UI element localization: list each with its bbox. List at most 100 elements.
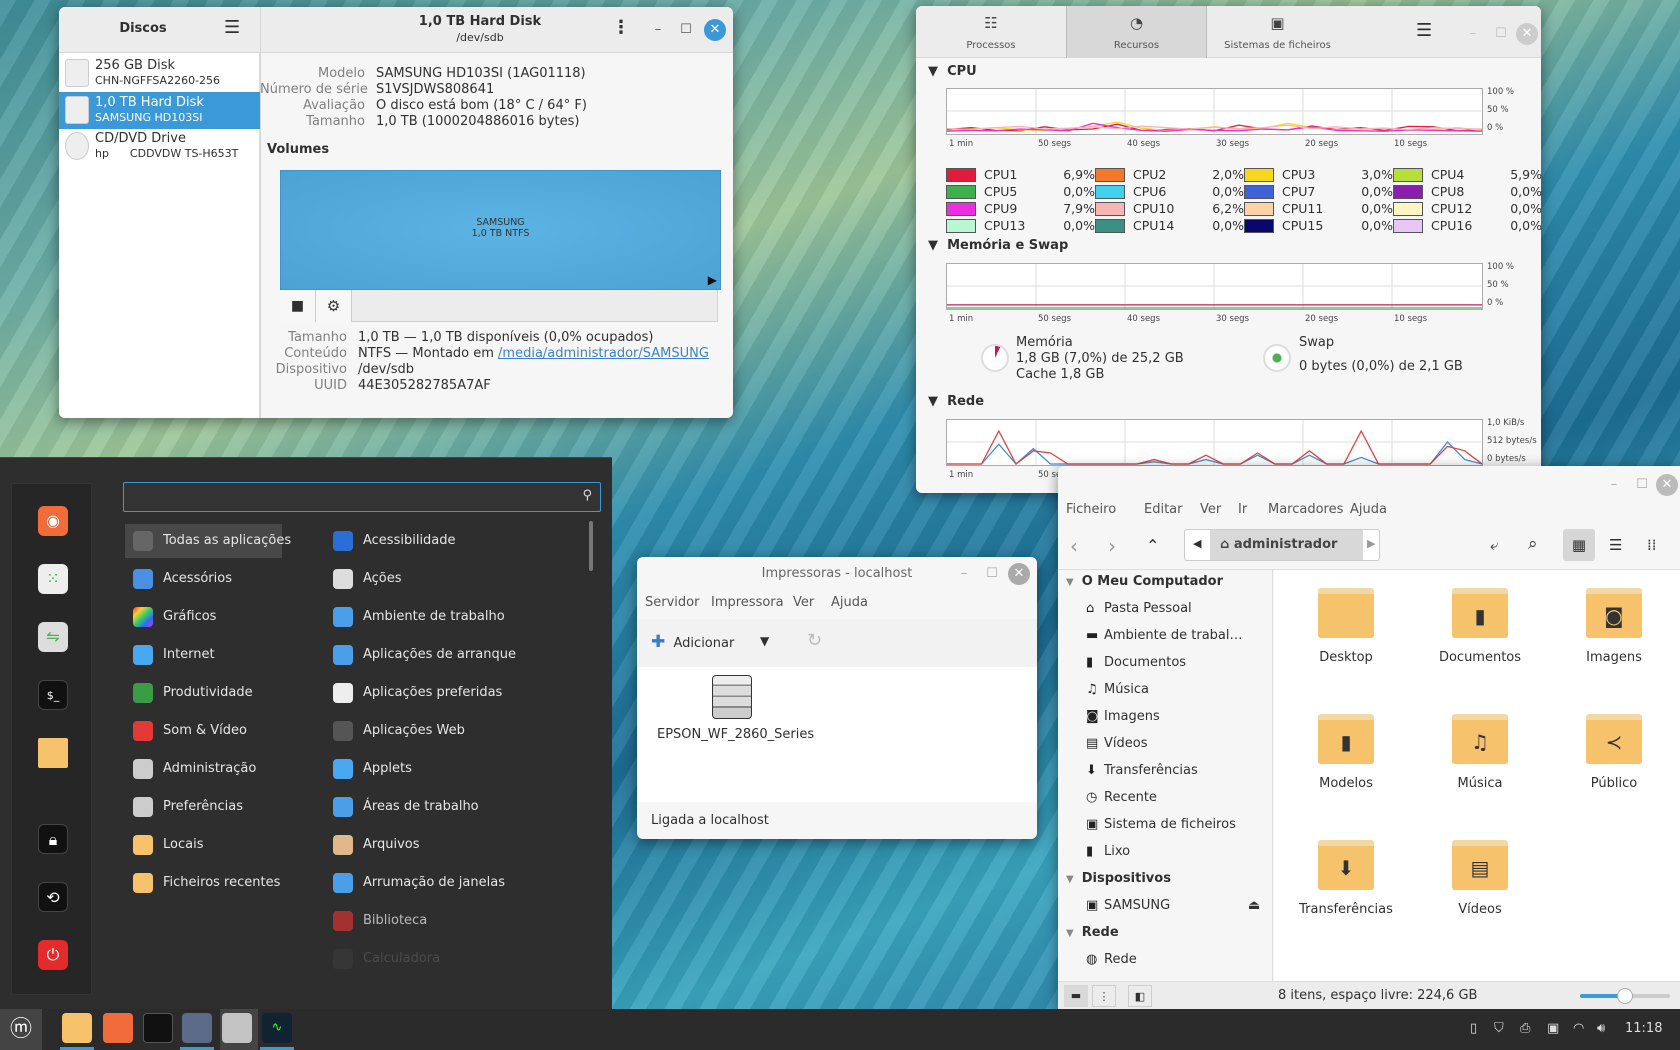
add-printer-button[interactable]: ✚ Adicionar: [651, 632, 734, 652]
sidebar-item[interactable]: ◍ Rede: [1086, 952, 1137, 974]
power-icon[interactable]: ⏻: [38, 940, 68, 970]
mint-menu-button[interactable]: ⓜ: [0, 1009, 42, 1050]
cpu-color-swatch[interactable]: [1095, 168, 1125, 182]
forward-button[interactable]: ›: [1108, 534, 1116, 558]
toggle-sidebar-button[interactable]: ◧: [1128, 985, 1152, 1007]
drive-item[interactable]: CD/DVD Drive hp CDDVDW TS-H653T: [59, 128, 260, 165]
cpu-color-swatch[interactable]: [1393, 185, 1423, 199]
sidebar-item[interactable]: ◙ Imagens: [1086, 709, 1160, 731]
sidebar-item[interactable]: ▬ Ambiente de trabal…: [1086, 628, 1243, 650]
menu-category[interactable]: Todas as aplicações: [125, 524, 291, 558]
drive-item[interactable]: 1,0 TB Hard Disk SAMSUNG HD103SI: [59, 92, 260, 129]
zoom-slider-handle[interactable]: [1617, 988, 1633, 1004]
network-section-toggle[interactable]: ▼ Rede: [928, 394, 984, 409]
menu-category[interactable]: Áreas de trabalho: [325, 790, 479, 824]
sidebar-item[interactable]: ▣ SAMSUNG ⏏: [1086, 898, 1260, 920]
sidebar-item[interactable]: ▮ Lixo: [1086, 844, 1130, 866]
clock[interactable]: 11:18: [1625, 1021, 1662, 1036]
menu-item[interactable]: Marcadores: [1268, 502, 1343, 517]
menu-item[interactable]: Ver: [793, 595, 814, 610]
sidebar-item[interactable]: ⬇ Transferências: [1086, 763, 1198, 785]
menu-category[interactable]: Ambiente de trabalho: [325, 600, 505, 634]
compact-view-button[interactable]: ⁞⁞: [1647, 536, 1657, 554]
folder-item[interactable]: ▤ Vídeos: [1413, 840, 1547, 917]
folder-item[interactable]: ≺ Público: [1547, 714, 1680, 791]
maximize-button[interactable]: ☐: [675, 19, 697, 41]
maximize-button[interactable]: ☐: [1490, 23, 1512, 45]
menu-item[interactable]: Editar: [1144, 502, 1183, 517]
minimize-button[interactable]: –: [953, 563, 975, 585]
scroll-right-icon[interactable]: ▶: [708, 273, 717, 287]
menu-item[interactable]: Ajuda: [831, 595, 868, 610]
menu-item[interactable]: Ver: [1200, 502, 1221, 517]
cpu-color-swatch[interactable]: [1095, 219, 1125, 233]
menu-category[interactable]: Som & Vídeo: [125, 714, 282, 748]
unmount-button[interactable]: ■: [280, 290, 316, 322]
sidebar-section-header[interactable]: ▼ Dispositivos: [1066, 871, 1171, 893]
update-icon[interactable]: ▣: [1547, 1021, 1559, 1036]
cpu-color-swatch[interactable]: [1095, 202, 1125, 216]
list-view-button[interactable]: ☰: [1609, 536, 1622, 554]
menu-item[interactable]: Ficheiro: [1066, 502, 1116, 517]
network-icon[interactable]: ◠: [1573, 1021, 1584, 1036]
menu-category[interactable]: Produtividade: [125, 676, 282, 710]
volume-icon[interactable]: 🔊︎: [1597, 1021, 1605, 1036]
minimize-button[interactable]: –: [647, 19, 669, 41]
menu-category[interactable]: Ficheiros recentes: [125, 866, 282, 900]
maximize-button[interactable]: ☐: [1631, 474, 1653, 496]
close-button[interactable]: ✕: [1656, 474, 1678, 496]
mount-point-link[interactable]: /media/administrador/SAMSUNG: [498, 346, 709, 361]
cpu-color-swatch[interactable]: [946, 168, 976, 182]
back-button[interactable]: ‹: [1070, 534, 1078, 558]
menu-item[interactable]: Ir: [1238, 502, 1247, 517]
close-button[interactable]: ✕: [1008, 563, 1030, 585]
menu-category[interactable]: Aplicações de arranque: [325, 638, 516, 672]
folder-item[interactable]: ▮ Modelos: [1279, 714, 1413, 791]
menu-item[interactable]: Impressora: [711, 595, 784, 610]
cpu-color-swatch[interactable]: [1393, 202, 1423, 216]
icon-view-button[interactable]: ▦: [1563, 529, 1595, 561]
hamburger-menu-icon[interactable]: ☰: [1416, 20, 1432, 41]
sidebar-item[interactable]: ⌂ Pasta Pessoal: [1086, 601, 1192, 623]
menu-category[interactable]: Applets: [325, 752, 412, 786]
up-button[interactable]: ⌃: [1146, 536, 1159, 555]
sidebar-item[interactable]: ◷ Recente: [1086, 790, 1157, 812]
clipboard-icon[interactable]: ▯: [1470, 1021, 1477, 1036]
menu-category[interactable]: Biblioteca: [325, 904, 427, 938]
cpu-color-swatch[interactable]: [946, 185, 976, 199]
files-folder-icon[interactable]: [38, 738, 68, 768]
menu-category[interactable]: Acessibilidade: [325, 524, 456, 558]
menu-category[interactable]: Administração: [125, 752, 282, 786]
shield-icon[interactable]: ⛉: [1494, 1021, 1504, 1036]
menu-category[interactable]: Arquivos: [325, 828, 420, 862]
breadcrumb-left-arrow[interactable]: ◀: [1193, 537, 1201, 550]
hamburger-menu-icon[interactable]: ☰: [224, 17, 240, 38]
category-scrollbar[interactable]: [589, 521, 593, 571]
minimize-button[interactable]: –: [1603, 474, 1625, 496]
firefox-icon[interactable]: ◉: [38, 506, 68, 536]
menu-category[interactable]: Ações: [325, 562, 402, 596]
cpu-color-swatch[interactable]: [1244, 168, 1274, 182]
settings-gears-button[interactable]: ⚙: [316, 290, 352, 322]
taskbar-system-monitor-icon[interactable]: ∿: [262, 1013, 292, 1043]
tab-resources[interactable]: ◔ Recursos: [1066, 6, 1207, 58]
sidebar-section-header[interactable]: ▼ O Meu Computador: [1066, 574, 1223, 596]
folder-item[interactable]: ♫ Música: [1413, 714, 1547, 791]
folder-item[interactable]: ▮ Documentos: [1413, 588, 1547, 665]
volume-partition[interactable]: SAMSUNG 1,0 TB NTFS ▶: [280, 170, 721, 290]
show-tree-button[interactable]: ⋮: [1092, 985, 1116, 1007]
minimize-button[interactable]: –: [1462, 23, 1484, 45]
close-button[interactable]: ✕: [704, 19, 726, 41]
cpu-color-swatch[interactable]: [1095, 185, 1125, 199]
show-places-button[interactable]: ▬: [1064, 985, 1088, 1007]
printer-item[interactable]: EPSON_WF_2860_Series: [657, 675, 814, 742]
add-dropdown-icon[interactable]: ▼: [760, 634, 769, 648]
logout-icon[interactable]: ⟲: [38, 882, 68, 912]
eject-icon[interactable]: ⏏: [1248, 898, 1260, 913]
menu-category[interactable]: Internet: [125, 638, 282, 672]
refresh-icon[interactable]: ↻: [807, 630, 822, 651]
menu-category[interactable]: Gráficos: [125, 600, 282, 634]
cpu-section-toggle[interactable]: ▼ CPU: [928, 64, 977, 79]
sidebar-item[interactable]: ♫ Música: [1086, 682, 1149, 704]
more-options-icon[interactable]: ⋮: [612, 17, 630, 38]
